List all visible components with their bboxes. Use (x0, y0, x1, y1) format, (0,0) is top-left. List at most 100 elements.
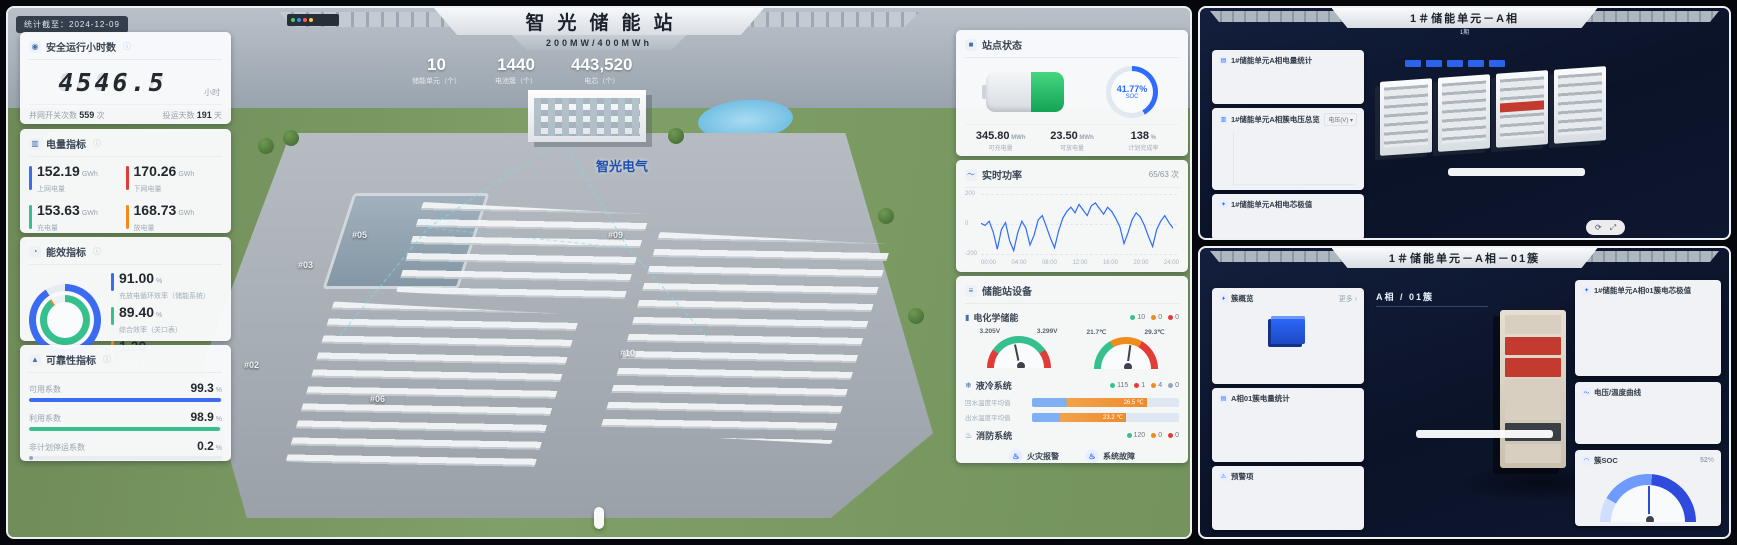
info-icon[interactable]: ⓘ (103, 354, 111, 365)
metric-label: 充电量 (37, 223, 98, 233)
battery-shell (986, 72, 1064, 112)
grid-switch-count: 并网开关次数 559 次 (29, 110, 105, 121)
info-icon[interactable]: ⓘ (93, 246, 101, 257)
expand-icon[interactable]: ⤢ (1610, 223, 1616, 233)
curve-icon: 〜 (1582, 388, 1591, 397)
cluster-energy-card: ▤ A相01簇电量统计 (1212, 388, 1364, 462)
card-title: 预警项 (1231, 471, 1254, 482)
chart-xtick: 12:00 (1072, 260, 1087, 266)
battery-icon (986, 72, 1064, 112)
battery-fill (1031, 72, 1064, 112)
reliability-fill (29, 398, 221, 402)
battery-container[interactable] (1380, 78, 1432, 156)
metric-value: 153.63GWh (37, 203, 98, 221)
chart-ytick: 200 (965, 191, 975, 197)
reliability-row: 非计划停运系数0.2 % (29, 439, 222, 460)
refresh-icon[interactable]: ⟳ (1595, 223, 1602, 232)
rack-module-alarm[interactable] (1505, 337, 1561, 356)
chart-xtick: 04:00 (1011, 260, 1026, 266)
reliability-track (29, 398, 222, 402)
fire-item[interactable]: ♨火灾报警 (1009, 449, 1059, 463)
legend-count: 0 (1151, 314, 1162, 321)
metric-value: 152.19GWh (37, 164, 98, 182)
rack-module[interactable] (1505, 380, 1561, 399)
battery-container-alarm[interactable] (1496, 70, 1548, 148)
battery-container[interactable] (1438, 74, 1490, 152)
led-green (291, 18, 295, 22)
metric-value: 89.40% (119, 305, 182, 323)
info-icon[interactable]: ⓘ (93, 138, 101, 149)
site-status-values: 345.80 MWh可充电量23.50 MWh可放电量138 %计划完成率 (965, 124, 1179, 152)
led-blue (297, 18, 301, 22)
fire-items: ♨火灾报警 ♨系统故障 (965, 449, 1179, 463)
operation-days: 投运天数 191 天 (163, 110, 223, 121)
energy-metric: 168.73GWh放电量 (126, 203, 223, 233)
liquid-bar-label: 出水温度平均值 (965, 412, 1027, 422)
safety-footer: 并网开关次数 559 次 投运天数 191 天 (29, 104, 222, 121)
panel-title: 可靠性指标 (46, 352, 96, 367)
energy-metric: 153.63GWh 充电量 (29, 203, 126, 233)
top-stat: 443,520电芯（个） (571, 55, 632, 86)
battery-container[interactable] (1554, 66, 1606, 144)
legend-count: 4 (1151, 382, 1162, 389)
site-status-value: 23.50 MWh可放电量 (1036, 130, 1107, 152)
gauge-value: 52% (1700, 457, 1714, 464)
unit-3d-containers[interactable] (1380, 66, 1606, 156)
station-devices-panel: ≡ 储能站设备 ▮ 电化学储能 1000 3.205V 3.299V (956, 276, 1188, 463)
banner-wing-right (739, 12, 919, 27)
extremes-icon: ✦ (1582, 286, 1591, 295)
cell-curve-sparkline[interactable] (1582, 402, 1712, 436)
reliability-label: 可用系数 (29, 384, 61, 395)
power-chart-xticks: 00:0004:0008:0012:0016:0020:0024:00 (981, 260, 1179, 266)
soc-gauge-center: 41.77% SOC (1111, 71, 1153, 113)
reliability-label: 利用系数 (29, 413, 61, 424)
fire-item[interactable]: ♨系统故障 (1085, 449, 1135, 463)
metric-dropdown[interactable]: 电压(V) ▾ (1324, 113, 1357, 126)
rack-module[interactable] (1505, 444, 1561, 463)
section-name: 电化学储能 (973, 311, 1018, 324)
energy-metrics-panel: ▥ 电量指标 ⓘ 152.19GWh上网电量170.26GWh下网电量153.6… (20, 129, 231, 233)
metric-color-bar (126, 166, 129, 190)
legend-count: 115 (1110, 382, 1128, 389)
rack-module[interactable] (1505, 401, 1561, 420)
cell-voltage-gauge: 3.205V 3.299V (980, 328, 1058, 372)
scene-row-label: #02 (244, 360, 259, 370)
panel-title: 实时功率 (982, 167, 1022, 182)
realtime-power-panel: 〜 实时功率 65/63 次 2000-200 00:0004:0008:001… (956, 160, 1188, 272)
battery-section-icon: ▮ (965, 313, 969, 322)
metric-text: 168.73GWh放电量 (134, 203, 195, 233)
metric-value: 170.26GWh (134, 164, 195, 182)
rack-module[interactable] (1505, 315, 1561, 334)
chart-ytick: -200 (965, 251, 977, 257)
cluster-info-list: A相 / 01簇 (1376, 290, 1488, 307)
station-header-banner: 智光储能站 200MW/400MWh (279, 8, 919, 52)
section-name: 消防系统 (976, 429, 1012, 442)
reliability-label: 非计划停运系数 (29, 442, 85, 453)
site-status-value: 345.80 MWh可充电量 (965, 130, 1036, 152)
metric-text: 89.40%综合效率（关口表） (119, 305, 182, 335)
more-link[interactable]: 更多 › (1339, 294, 1357, 304)
unit-alarm-legend (1448, 168, 1585, 176)
panel-title: 安全运行小时数 (46, 39, 116, 54)
reliability-row: 利用系数98.9 % (29, 410, 222, 431)
warning-icon: ⚠ (1219, 472, 1228, 481)
cluster-overview-card: ♦ 簇概览 更多 › (1212, 288, 1364, 384)
panel-title: 电量指标 (46, 136, 86, 151)
metric-color-bar (126, 205, 129, 229)
metric-color-bar (29, 205, 32, 229)
site-status-panel: ■ 站点状态 41.77% SOC (956, 30, 1188, 156)
reliability-fill (29, 456, 33, 460)
info-icon[interactable]: ⓘ (123, 41, 131, 52)
overview-icon: ♦ (1219, 294, 1228, 303)
realtime-power-chart[interactable]: 2000-200 (965, 194, 1179, 258)
scene-row-label: #05 (352, 230, 367, 240)
stat-label: 电芯（个） (571, 76, 632, 86)
scene-row-label: #06 (370, 394, 385, 404)
reliability-track (29, 427, 222, 431)
unit-header-band: 1＃储能单元－A相 1期 (1200, 8, 1729, 32)
battery-rack-3d[interactable] (1500, 310, 1566, 468)
rack-module-alarm[interactable] (1505, 358, 1561, 377)
energy-items: 152.19GWh上网电量170.26GWh下网电量153.63GWh充电量16… (29, 164, 222, 242)
reliability-fill (29, 427, 220, 431)
cluster-voltage-bars[interactable] (1233, 132, 1355, 185)
